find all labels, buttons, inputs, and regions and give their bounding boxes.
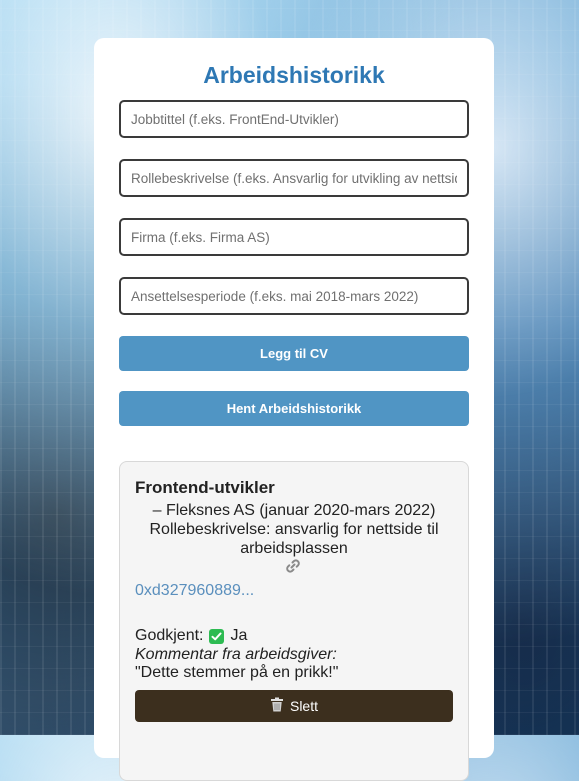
- employer-comment-label: Kommentar fra arbeidsgiver:: [135, 646, 337, 663]
- link-icon[interactable]: [284, 558, 302, 574]
- work-history-panel: Arbeidshistorikk Legg til CV Hent Arbeid…: [94, 38, 494, 781]
- delete-button[interactable]: Slett: [135, 690, 453, 722]
- role-description-input[interactable]: [119, 159, 469, 197]
- add-to-cv-button[interactable]: Legg til CV: [119, 336, 469, 371]
- approved-label: Godkjent:: [135, 627, 204, 644]
- checkmark-icon: [209, 628, 225, 644]
- fetch-work-history-button[interactable]: Hent Arbeidshistorikk: [119, 391, 469, 426]
- entry-role-description: Rollebeskrivelse: ansvarlig for nettside…: [149, 521, 439, 557]
- delete-button-label: Slett: [289, 698, 318, 714]
- trash-icon: [270, 697, 284, 715]
- entry-job-title: Frontend-utvikler: [135, 478, 275, 497]
- company-input[interactable]: [119, 218, 469, 256]
- entry-company-period: – Fleksnes AS (januar 2020-mars 2022): [152, 502, 436, 519]
- job-title-input[interactable]: [119, 100, 469, 138]
- employment-period-input[interactable]: [119, 277, 469, 315]
- transaction-hash-link[interactable]: 0xd327960889...: [135, 582, 254, 600]
- approval-status: Godkjent: Ja: [135, 627, 247, 645]
- approved-value: Ja: [230, 627, 248, 644]
- page-title: Arbeidshistorikk: [203, 62, 385, 88]
- entry-description: – Fleksnes AS (januar 2020-mars 2022) Ro…: [135, 501, 453, 558]
- employer-comment: "Dette stemmer på en prikk!": [135, 664, 339, 681]
- work-entry-card: Frontend-utvikler – Fleksnes AS (januar …: [119, 461, 469, 781]
